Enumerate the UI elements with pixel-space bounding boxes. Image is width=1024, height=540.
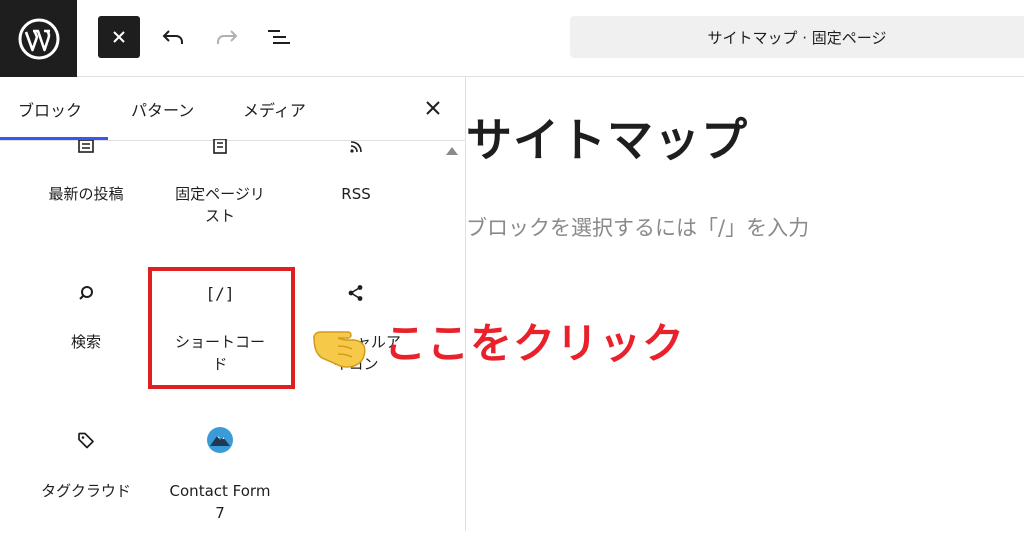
page-title[interactable]: サイトマップ	[466, 104, 748, 170]
block-label: タグクラウド	[41, 482, 131, 500]
annotation-click-here: ここをクリック	[384, 319, 686, 368]
undo-icon	[162, 30, 183, 44]
editor-header: サイトマップ · 固定ページ	[0, 0, 1024, 77]
share-icon	[346, 283, 366, 303]
block-label: Contact Form 7	[169, 482, 271, 522]
close-icon	[113, 31, 125, 43]
rss-icon	[346, 137, 366, 157]
contact-form-7-icon	[206, 426, 234, 454]
wordpress-icon	[18, 18, 59, 59]
page-list-icon	[210, 137, 230, 157]
block-label: RSS	[341, 185, 371, 203]
block-search[interactable]: 検索	[26, 283, 146, 403]
inserter-tabs: ブロック パターン メディア	[0, 77, 466, 141]
list-view-icon	[268, 30, 290, 44]
document-title: サイトマップ · 固定ページ	[707, 28, 887, 47]
block-label: 検索	[70, 333, 101, 351]
block-page-list[interactable]: 固定ページリ スト	[160, 139, 280, 239]
block-latest-posts[interactable]: 最新の投稿	[26, 139, 146, 239]
tag-icon	[76, 430, 96, 450]
latest-posts-icon	[76, 137, 96, 157]
tab-patterns[interactable]: パターン	[131, 97, 194, 121]
undo-button[interactable]	[156, 20, 190, 54]
block-placeholder[interactable]: ブロックを選択するには「/」を入力	[466, 212, 809, 242]
pointing-hand-icon	[313, 331, 366, 368]
tab-media[interactable]: メディア	[243, 97, 306, 121]
block-inserter-panel: ブロック パターン メディア 最新の投稿 固定ページリ スト RSS 検索 [/…	[0, 77, 466, 531]
scroll-up-arrow[interactable]	[446, 147, 458, 155]
document-overview-button[interactable]	[262, 20, 296, 54]
close-inserter-button[interactable]	[98, 16, 140, 58]
block-label: 最新の投稿	[48, 185, 124, 203]
close-icon	[426, 101, 440, 115]
search-icon	[76, 283, 96, 303]
tab-blocks[interactable]: ブロック	[18, 97, 82, 121]
document-title-bar[interactable]: サイトマップ · 固定ページ	[570, 16, 1024, 58]
shortcode-highlight-box	[148, 267, 295, 389]
block-label: 固定ページリ スト	[175, 185, 265, 225]
redo-button[interactable]	[210, 20, 244, 54]
wordpress-logo-button[interactable]	[0, 0, 77, 77]
close-panel-button[interactable]	[420, 95, 446, 121]
block-contact-form-7[interactable]: Contact Form 7	[160, 427, 280, 540]
block-rss[interactable]: RSS	[296, 139, 416, 239]
redo-icon	[217, 30, 238, 44]
block-tag-cloud[interactable]: タグクラウド	[26, 430, 146, 540]
